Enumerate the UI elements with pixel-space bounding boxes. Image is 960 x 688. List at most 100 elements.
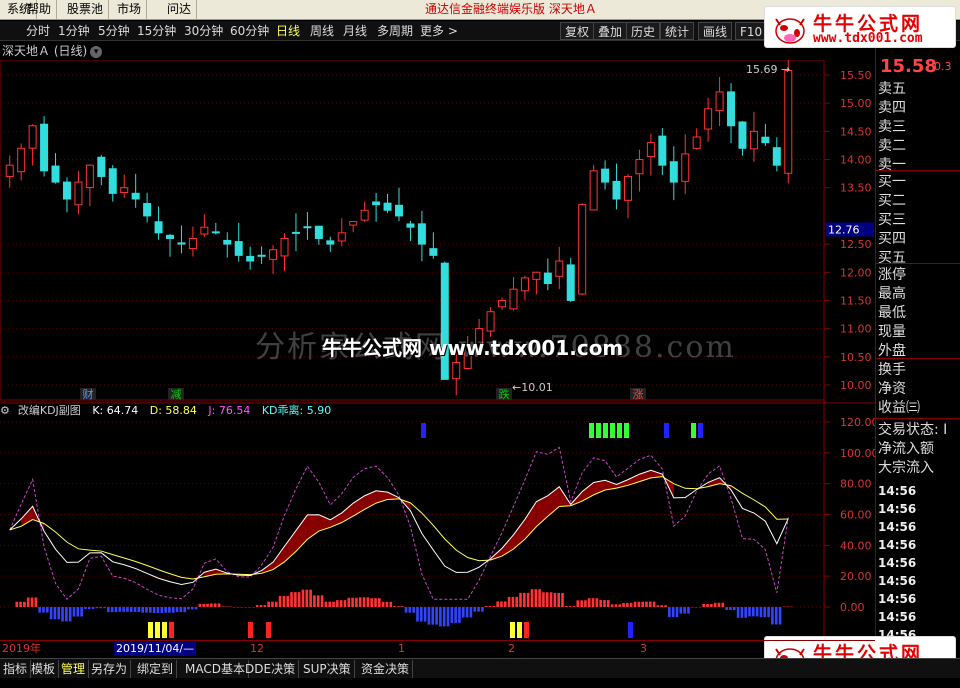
period-tab-7[interactable]: 周线 — [310, 21, 334, 41]
period-tab-2[interactable]: 5分钟 — [98, 21, 130, 41]
histogram-bar — [500, 601, 503, 607]
histogram-bar — [587, 598, 591, 607]
sell-level-4: 卖四 — [878, 100, 906, 116]
histogram-bar — [534, 589, 538, 607]
time-label: 14:56 — [878, 502, 917, 516]
signal-bar-bottom — [517, 622, 522, 638]
candle-body — [589, 170, 598, 211]
menu-item-2[interactable]: 股票池 — [62, 0, 110, 19]
indicator-tab-bar: 指标 模板 管理 另存为 绑定到 MACD基本 DDE决策 SUP决策 资金决策 — [0, 658, 960, 678]
histogram-bar — [206, 603, 209, 607]
indicator-tab-7[interactable]: SUP决策 — [300, 660, 355, 678]
tool-button-2[interactable]: 历史 — [626, 22, 661, 40]
event-marker[interactable]: 减 — [171, 388, 182, 401]
kdj-gear-icon[interactable]: ⚙ — [0, 404, 10, 417]
histogram-bar — [656, 605, 660, 607]
histogram-bar — [671, 607, 675, 618]
signal-bar-bottom — [162, 622, 167, 638]
candle-body — [566, 264, 575, 301]
event-marker[interactable]: 财 — [83, 387, 94, 401]
indicator-tab-0[interactable]: 指标 — [0, 660, 32, 678]
event-marker[interactable]: 跌 — [499, 387, 510, 401]
histogram-bar — [622, 602, 625, 607]
menu-item-3[interactable]: 市场 — [112, 0, 148, 19]
price-axis-label: 15.50 — [840, 69, 872, 82]
chevron-down-icon[interactable]: ▾ — [90, 45, 103, 58]
candle-body — [188, 237, 197, 250]
histogram-bar — [488, 606, 492, 607]
period-tab-8[interactable]: 月线 — [343, 21, 367, 41]
candle-body — [578, 204, 587, 295]
histogram-bar — [26, 597, 30, 607]
histogram-bar — [523, 592, 526, 607]
period-tab-3[interactable]: 15分钟 — [137, 21, 176, 41]
candle-body — [5, 164, 14, 177]
histogram-bar — [767, 607, 770, 618]
histogram-bar — [690, 607, 694, 608]
histogram-bar — [286, 595, 290, 607]
period-tab-10[interactable]: 更多 > — [420, 21, 458, 41]
histogram-bar — [274, 601, 278, 607]
signal-bar-top — [603, 423, 608, 438]
period-tab-1[interactable]: 1分钟 — [58, 21, 90, 41]
tool-button-5[interactable]: F10 — [735, 22, 768, 40]
histogram-bar — [725, 607, 728, 611]
histogram-bar — [328, 601, 332, 607]
candle-body — [62, 181, 71, 200]
indicator-tab-6[interactable]: DDE决策 — [242, 660, 300, 678]
indicator-tab-2[interactable]: 管理 — [58, 660, 90, 678]
candle-body — [291, 231, 300, 234]
candle-body — [349, 221, 358, 226]
period-tab-0[interactable]: 分时 — [26, 21, 50, 41]
menu-item-4[interactable]: 问达 — [162, 0, 198, 19]
histogram-bar — [748, 607, 751, 617]
tool-button-1[interactable]: 叠加 — [593, 22, 628, 40]
more-label-2: 收益㈢ — [878, 400, 920, 416]
histogram-bar — [591, 598, 595, 607]
kdj-name[interactable]: 改编KDJ副图 — [18, 404, 81, 417]
histogram-bar — [351, 597, 354, 607]
tool-button-4[interactable]: 画线 — [698, 22, 733, 40]
candle-body — [337, 232, 346, 242]
indicator-tab-4[interactable]: 绑定到 — [134, 660, 178, 678]
indicator-tab-1[interactable]: 模板 — [28, 660, 60, 678]
candle-body — [108, 168, 117, 194]
histogram-bar — [721, 602, 725, 607]
candle-body — [658, 135, 667, 166]
indicator-tab-3[interactable]: 另存为 — [88, 660, 132, 678]
menu-item-1[interactable]: 帮助 — [22, 0, 58, 19]
signal-bar-bottom — [155, 622, 160, 638]
candle-body — [543, 272, 552, 285]
period-tab-4[interactable]: 30分钟 — [184, 21, 223, 41]
kdj-d-value: D: 58.84 — [149, 404, 197, 417]
period-tab-6[interactable]: 日线 — [276, 21, 300, 41]
period-tab-5[interactable]: 60分钟 — [230, 21, 269, 41]
signal-bar-top — [617, 423, 622, 438]
event-marker[interactable]: 涨 — [633, 388, 644, 401]
signal-bar-bottom — [510, 622, 515, 638]
histogram-bar — [702, 604, 706, 607]
status-label-1: 净流入额 — [878, 441, 934, 457]
histogram-bar — [393, 606, 396, 607]
indicator-tab-5[interactable]: MACD基本 — [182, 660, 249, 678]
histogram-bar — [557, 592, 560, 607]
histogram-bar — [23, 601, 26, 607]
indicator-tab-8[interactable]: 资金决策 — [358, 660, 414, 678]
kdj-axis-label: 100.00 — [840, 447, 875, 460]
price-axis-label: 10.00 — [840, 379, 872, 392]
histogram-bar — [648, 601, 652, 607]
tool-button-0[interactable]: 复权 — [560, 22, 595, 40]
histogram-bar — [30, 597, 34, 607]
histogram-bar — [400, 606, 404, 607]
histogram-bar — [278, 595, 282, 607]
stock-title[interactable]: 深天地Ａ (日线) ▾ — [2, 43, 103, 59]
histogram-bar — [175, 607, 179, 613]
histogram-bar — [549, 592, 553, 607]
histogram-bar — [561, 592, 564, 607]
signal-bar-top — [691, 423, 696, 438]
quote-panel: 15.58 0.3 卖五 卖四 卖三 卖二 卖一 买一 买二 买三 买四 买五 涨停 最高 最低 现量 外盘… — [875, 42, 960, 646]
histogram-bar — [122, 607, 125, 612]
tool-button-3[interactable]: 统计 — [660, 22, 695, 40]
histogram-bar — [57, 607, 61, 620]
period-tab-9[interactable]: 多周期 — [377, 21, 413, 41]
